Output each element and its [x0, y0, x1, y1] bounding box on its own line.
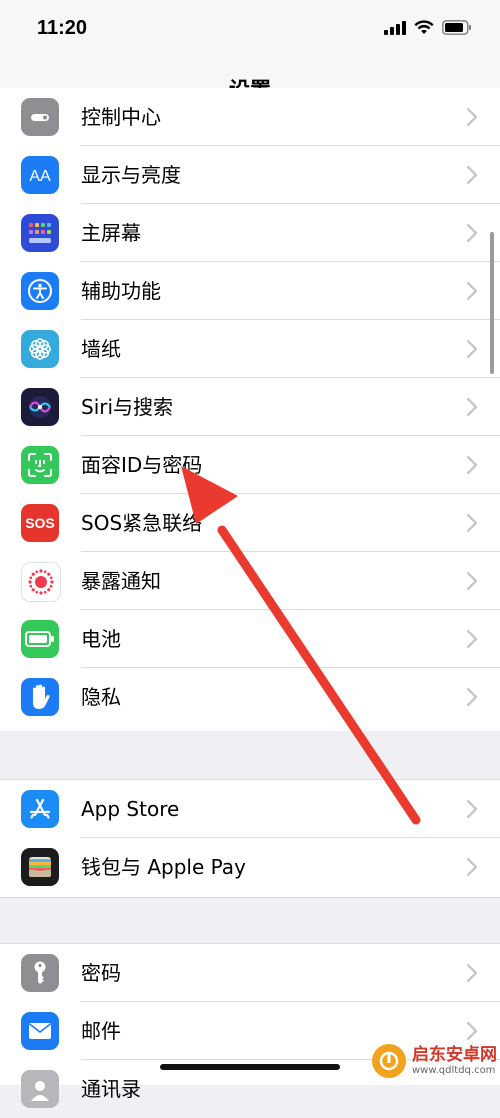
settings-row-label: SOS紧急联络: [81, 511, 203, 535]
battery-status-icon: [442, 20, 471, 35]
settings-row-label: 显示与亮度: [81, 163, 181, 187]
siri-icon: [21, 388, 59, 426]
settings-row-control-center[interactable]: 控制中心: [0, 88, 500, 146]
settings-row-accessibility[interactable]: 辅助功能: [0, 262, 500, 320]
scroll-indicator[interactable]: [490, 232, 494, 374]
watermark-text: 启东安卓网 www.qdltdq.com: [412, 1046, 497, 1076]
watermark-sub: www.qdltdq.com: [412, 1064, 496, 1076]
status-bar: 11:20: [0, 0, 500, 62]
settings-row-battery[interactable]: 电池: [0, 610, 500, 668]
settings-row-wallpaper[interactable]: 墙纸: [0, 320, 500, 378]
chevron-right-icon: [466, 107, 478, 127]
watermark-main: 启东安卓网: [412, 1045, 497, 1066]
settings-group-2: App Store 钱包与 Apple Pay: [0, 779, 500, 898]
cellular-signal-icon: [384, 20, 406, 35]
home-indicator[interactable]: [160, 1064, 340, 1070]
settings-row-label: 钱包与 Apple Pay: [81, 855, 246, 879]
settings-row-exposure[interactable]: 暴露通知: [0, 552, 500, 610]
chevron-right-icon: [466, 455, 478, 475]
settings-row-label: 电池: [81, 627, 121, 651]
chevron-right-icon: [466, 281, 478, 301]
settings-row-display[interactable]: AA 显示与亮度: [0, 146, 500, 204]
settings-row-face-id[interactable]: 面容ID与密码: [0, 436, 500, 494]
settings-row-sos[interactable]: SOS SOS紧急联络: [0, 494, 500, 552]
chevron-right-icon: [466, 513, 478, 533]
settings-row-label: 密码: [81, 961, 121, 985]
home-screen-icon: [21, 214, 59, 252]
settings-row-wallet[interactable]: 钱包与 Apple Pay: [0, 838, 500, 896]
chevron-right-icon: [466, 799, 478, 819]
chevron-right-icon: [466, 223, 478, 243]
status-icons: [384, 20, 472, 35]
exposure-icon: [21, 562, 61, 602]
sos-icon-text: SOS: [25, 515, 55, 531]
contacts-icon: [21, 1070, 59, 1108]
sos-icon: SOS: [21, 504, 59, 542]
chevron-right-icon: [466, 857, 478, 877]
settings-row-label: App Store: [81, 797, 180, 821]
chevron-right-icon: [466, 571, 478, 591]
privacy-hand-icon: [21, 678, 59, 716]
watermark-logo-icon: [372, 1044, 406, 1078]
settings-row-siri[interactable]: Siri与搜索: [0, 378, 500, 436]
wifi-icon: [414, 20, 434, 34]
display-icon: AA: [21, 156, 59, 194]
chevron-right-icon: [466, 687, 478, 707]
accessibility-icon: [21, 272, 59, 310]
chevron-right-icon: [466, 963, 478, 983]
wallpaper-icon: [21, 330, 59, 368]
face-id-icon: [21, 446, 59, 484]
settings-row-label: 控制中心: [81, 105, 161, 129]
chevron-right-icon: [466, 397, 478, 417]
svg-text:AA: AA: [29, 168, 51, 185]
mail-icon: [21, 1012, 59, 1050]
settings-row-label: 暴露通知: [81, 569, 161, 593]
settings-row-label: Siri与搜索: [81, 395, 174, 419]
status-time: 11:20: [37, 17, 88, 39]
settings-row-label: 辅助功能: [81, 279, 161, 303]
settings-row-privacy[interactable]: 隐私: [0, 668, 500, 726]
chevron-right-icon: [466, 165, 478, 185]
chevron-right-icon: [466, 339, 478, 359]
wallet-icon: [21, 848, 59, 886]
key-icon: [21, 954, 59, 992]
settings-row-label: 通讯录: [81, 1077, 141, 1101]
battery-icon: [21, 620, 59, 658]
settings-row-label: 邮件: [81, 1019, 121, 1043]
control-center-icon: [21, 98, 59, 136]
app-store-icon: [21, 790, 59, 828]
settings-row-label: 隐私: [81, 685, 121, 709]
settings-row-label: 面容ID与密码: [81, 453, 203, 477]
settings-row-home-screen[interactable]: 主屏幕: [0, 204, 500, 262]
settings-row-passwords[interactable]: 密码: [0, 944, 500, 1002]
settings-row-label: 主屏幕: [81, 221, 141, 245]
watermark: 启东安卓网 www.qdltdq.com: [372, 1038, 500, 1084]
settings-row-label: 墙纸: [81, 337, 121, 361]
settings-row-app-store[interactable]: App Store: [0, 780, 500, 838]
settings-group-1: 控制中心 AA 显示与亮度 主屏幕 辅助功能 墙纸 Siri与搜索 面容ID与密…: [0, 88, 500, 731]
chevron-right-icon: [466, 629, 478, 649]
